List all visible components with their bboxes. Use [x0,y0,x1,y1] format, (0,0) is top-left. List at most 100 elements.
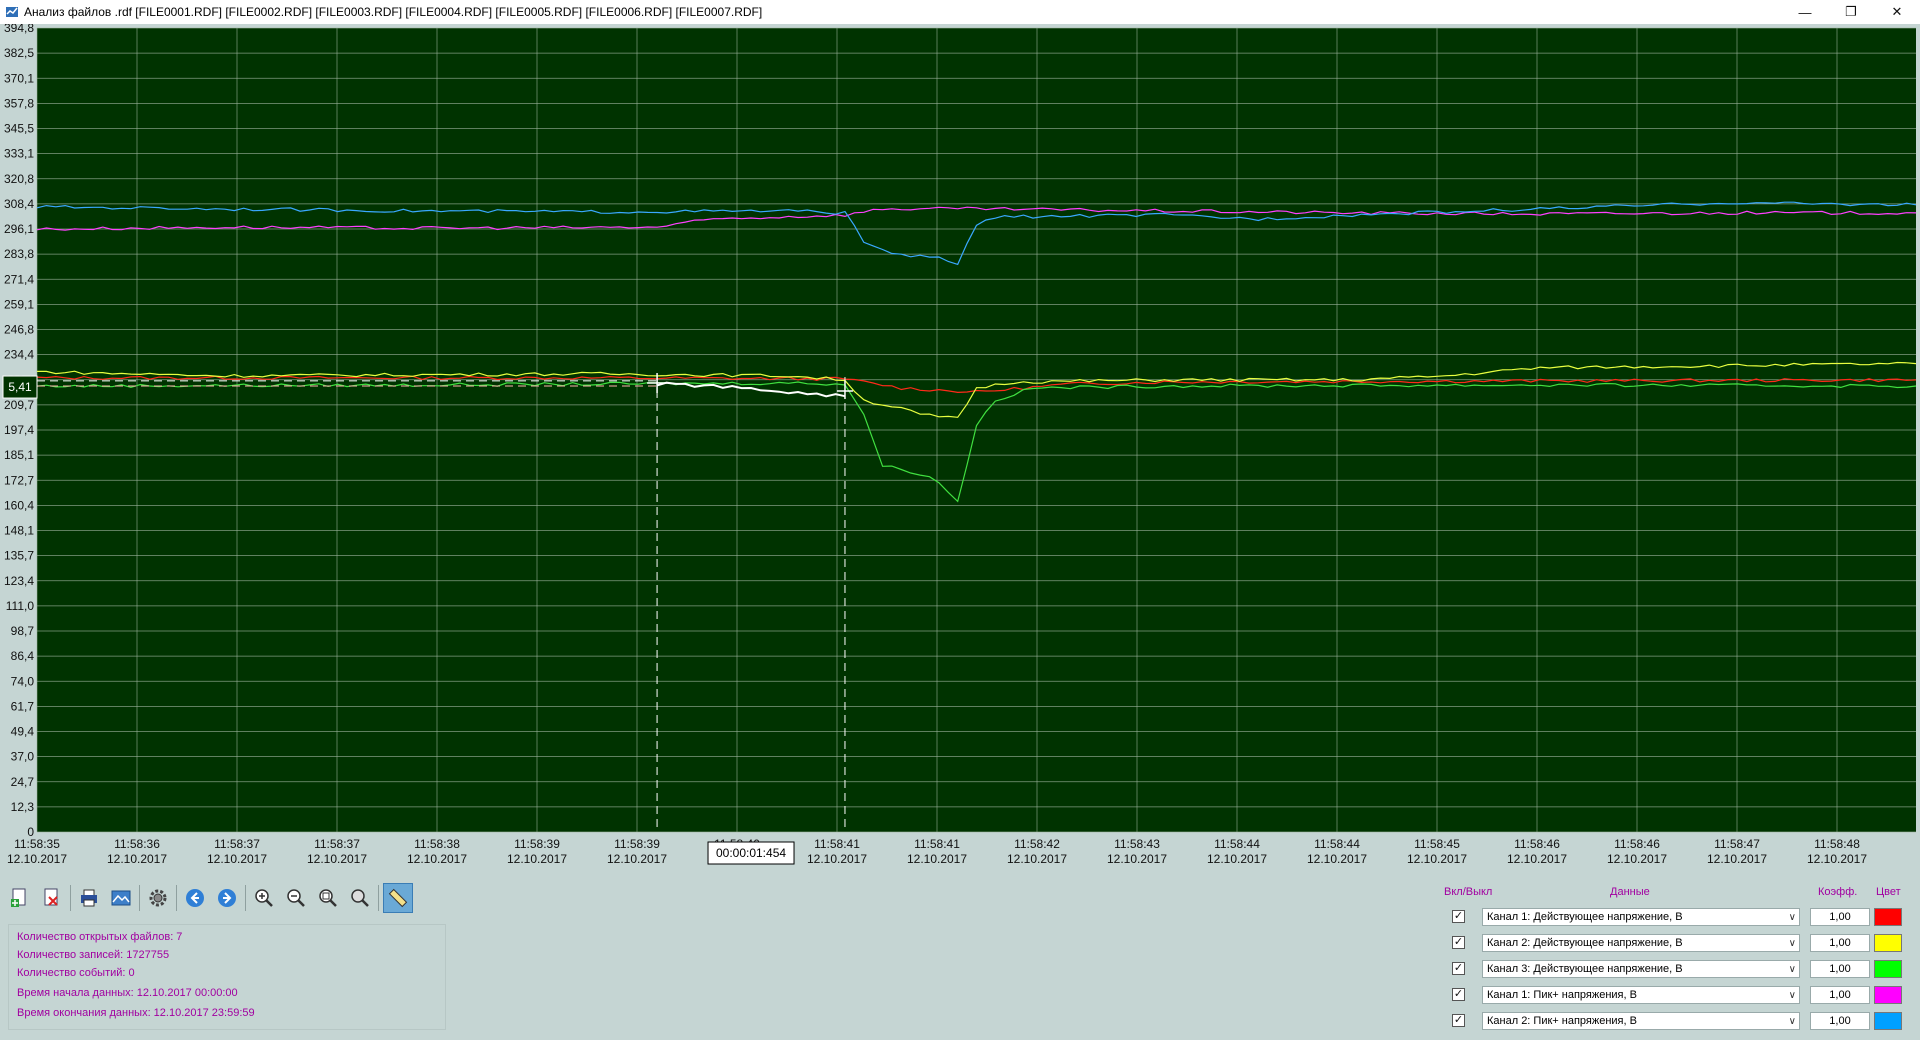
close-icon: ✕ [1891,4,1903,19]
voltage-chart[interactable]: 394,8 382,5 370,1 357,8 345,5 333,1 320,8 308,4… [0,24,1920,876]
channel-data-label: Канал 2: Действующее напряжение, В [1487,937,1683,949]
x-tick-date: 12.10.2017 [207,852,267,866]
checkmark-icon: ✓ [1453,1014,1464,1026]
events-count: Количество событий: 0 [17,967,135,979]
x-tick-date: 12.10.2017 [807,852,867,866]
channel-color-swatch[interactable] [1874,934,1902,952]
zoom-out-button[interactable] [282,884,310,912]
arrow-right-icon [218,889,236,907]
y-tick-label: 148,1 [4,524,34,538]
channel-toggle-checkbox[interactable]: ✓ [1452,1014,1465,1027]
back-button[interactable] [181,884,209,912]
x-tick-time: 11:58:43 [1114,837,1160,851]
bottom-panel: Количество открытых файлов: 7 Количество… [0,876,1920,1040]
x-tick-date: 12.10.2017 [507,852,567,866]
channel-color-swatch[interactable] [1874,1012,1902,1030]
y-tick-label: 246,8 [4,323,34,337]
restore-button[interactable]: ❐ [1828,0,1874,24]
x-tick-date: 12.10.2017 [1307,852,1367,866]
y-tick-label: 382,5 [4,46,34,60]
checkmark-icon: ✓ [1453,910,1464,922]
export-image-button[interactable] [107,884,135,912]
header-color: Цвет [1876,886,1901,898]
cursor-value-label: 5,41 [8,380,32,394]
y-tick-label: 296,1 [4,222,34,236]
y-tick-label: 24,7 [11,775,35,789]
zoom-in-button[interactable] [250,884,278,912]
app-icon [6,7,18,17]
gear-icon [149,889,167,907]
header-data: Данные [1610,886,1650,898]
zoom-reset-icon [351,889,369,907]
channel-color-swatch[interactable] [1874,908,1902,926]
y-tick-label: 160,4 [4,498,34,512]
minimize-button[interactable]: — [1782,0,1828,24]
file-delete-icon [44,888,58,906]
y-tick-label: 12,3 [11,800,35,814]
channel-toggle-checkbox[interactable]: ✓ [1452,988,1465,1001]
channel-color-swatch[interactable] [1874,960,1902,978]
y-tick-label: 320,8 [4,172,34,186]
x-tick-time: 11:58:38 [414,837,460,851]
minimize-icon: — [1798,4,1812,20]
x-tick-time: 11:58:36 [114,837,160,851]
title-bar: Анализ файлов .rdf [FILE0001.RDF] [FILE0… [0,0,1920,25]
x-tick-date: 12.10.2017 [307,852,367,866]
close-files-button[interactable] [38,884,66,912]
settings-button[interactable] [144,884,172,912]
x-tick-date: 12.10.2017 [1807,852,1867,866]
channel-row: ✓ Канал 1: Пик+ напряжения, В ∨ 1,00 [1450,984,1910,1006]
open-files-button[interactable] [6,884,34,912]
zoom-fit-button[interactable] [314,884,342,912]
forward-button[interactable] [213,884,241,912]
channel-coef-input[interactable]: 1,00 [1810,908,1870,926]
open-files-count: Количество открытых файлов: 7 [17,931,183,943]
channel-coef-input[interactable]: 1,00 [1810,934,1870,952]
cursor-time-label: 00:00:01:454 [716,846,786,860]
channel-data-select[interactable]: Канал 1: Пик+ напряжения, В ∨ [1482,986,1800,1004]
channel-coef-input[interactable]: 1,00 [1810,986,1870,1004]
header-on-off: Вкл/Выкл [1444,886,1493,898]
chevron-down-icon: ∨ [1788,964,1796,975]
x-tick-date: 12.10.2017 [607,852,667,866]
channel-data-label: Канал 1: Пик+ напряжения, В [1487,989,1637,1001]
x-tick-date: 12.10.2017 [1607,852,1667,866]
channel-color-swatch[interactable] [1874,986,1902,1004]
y-tick-label: 370,1 [4,71,34,85]
y-tick-label: 345,5 [4,122,34,136]
y-tick-label: 357,8 [4,96,34,110]
x-tick-time: 11:58:35 [14,837,60,851]
y-tick-label: 394,8 [4,24,34,35]
y-tick-label: 111,0 [6,599,35,613]
zoom-reset-button[interactable] [346,884,374,912]
x-tick-date: 12.10.2017 [7,852,67,866]
channel-toggle-checkbox[interactable]: ✓ [1452,910,1465,923]
x-tick-time: 11:58:48 [1814,837,1860,851]
checkmark-icon: ✓ [1453,988,1464,1000]
channel-data-select[interactable]: Канал 1: Действующее напряжение, В ∨ [1482,908,1800,926]
y-tick-label: 123,4 [4,574,34,588]
x-tick-time: 11:58:46 [1514,837,1560,851]
channel-toggle-checkbox[interactable]: ✓ [1452,936,1465,949]
x-tick-time: 11:58:37 [214,837,260,851]
x-tick-time: 11:58:46 [1614,837,1660,851]
y-tick-label: 308,4 [4,197,34,211]
measure-button[interactable] [383,883,413,913]
channel-toggle-checkbox[interactable]: ✓ [1452,962,1465,975]
close-button[interactable]: ✕ [1874,0,1920,24]
chart-panel[interactable]: 394,8 382,5 370,1 357,8 345,5 333,1 320,8 308,4… [0,24,1920,876]
y-tick-label: 49,4 [11,725,35,739]
channel-coef-input[interactable]: 1,00 [1810,960,1870,978]
channel-coef-input[interactable]: 1,00 [1810,1012,1870,1030]
x-tick-time: 11:58:41 [914,837,960,851]
channel-data-select[interactable]: Канал 2: Действующее напряжение, В ∨ [1482,934,1800,952]
x-tick-time: 11:58:44 [1314,837,1360,851]
channel-data-select[interactable]: Канал 2: Пик+ напряжения, В ∨ [1482,1012,1800,1030]
toolbar-separator [139,885,140,911]
channel-data-select[interactable]: Канал 3: Действующее напряжение, В ∨ [1482,960,1800,978]
chevron-down-icon: ∨ [1788,938,1796,949]
y-tick-label: 197,4 [4,423,34,437]
chevron-down-icon: ∨ [1788,912,1796,923]
print-button[interactable] [75,884,103,912]
zoom-out-icon [287,889,305,907]
